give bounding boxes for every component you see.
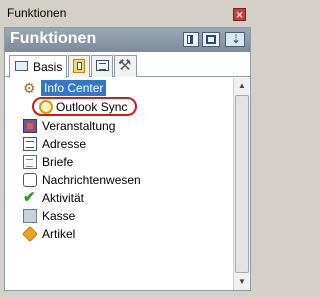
dock-side-icon[interactable] [183, 32, 199, 47]
close-icon[interactable]: ✕ [233, 8, 246, 21]
event-icon [23, 119, 37, 133]
clipboard-icon [73, 59, 85, 73]
function-list: ⚙ Info Center Outlook Sync Veranstaltung… [5, 78, 232, 290]
window-titlebar: Funktionen ✕ [0, 0, 255, 26]
options-dropdown-icon[interactable] [225, 32, 245, 47]
maximize-icon[interactable] [202, 32, 220, 47]
tab-page-icon [15, 61, 28, 71]
tab-strip: Basis ⚒ [5, 52, 250, 78]
tab-tools[interactable]: ⚒ [114, 55, 137, 77]
list-item-nachrichtenwesen[interactable]: Nachrichtenwesen [5, 172, 232, 189]
functions-panel: Funktionen Basis ⚒ ⚙ Info Center Outlook… [4, 27, 251, 291]
list-item-artikel[interactable]: Artikel [5, 226, 232, 243]
list-item-label: Adresse [42, 137, 87, 151]
panel-header: Funktionen [5, 28, 250, 52]
tab-list[interactable] [91, 55, 113, 77]
gear-icon: ⚙ [23, 80, 36, 96]
list-item-label: Info Center [41, 80, 107, 96]
scroll-down-icon[interactable]: ▼ [234, 274, 250, 290]
list-item-label: Outlook Sync [56, 100, 128, 114]
list-item-label: Briefe [42, 155, 74, 169]
tools-icon: ⚒ [118, 57, 132, 74]
tab-basis[interactable]: Basis [9, 55, 67, 78]
scroll-up-icon[interactable]: ▲ [234, 78, 250, 94]
letter-icon [23, 155, 37, 169]
list-item-label: Kasse [42, 209, 76, 223]
list-item-outlook-sync[interactable]: Outlook Sync [5, 97, 232, 116]
clock-icon [39, 100, 53, 114]
list-item-veranstaltung[interactable]: Veranstaltung [5, 118, 232, 135]
list-item-adresse[interactable]: Adresse [5, 136, 232, 153]
tag-icon [22, 226, 38, 242]
list-item-info-center[interactable]: ⚙ Info Center [5, 80, 232, 97]
vertical-scrollbar[interactable]: ▲ ▼ [233, 78, 250, 290]
list-item-label: Veranstaltung [42, 119, 116, 133]
list-item-label: Artikel [42, 227, 76, 241]
checkmark-icon: ✔ [23, 189, 36, 206]
message-icon [23, 173, 37, 187]
list-item-aktivitaet[interactable]: ✔ Aktivität [5, 190, 232, 207]
cash-register-icon [23, 209, 37, 223]
window-title: Funktionen [7, 6, 67, 20]
tab-label: Basis [33, 60, 63, 74]
list-item-label: Nachrichtenwesen [42, 173, 141, 187]
list-item-kasse[interactable]: Kasse [5, 208, 232, 225]
list-item-briefe[interactable]: Briefe [5, 154, 232, 171]
panel-title: Funktionen [10, 30, 97, 47]
list-icon [96, 60, 109, 71]
list-item-label: Aktivität [42, 191, 85, 205]
tab-clipboard[interactable] [68, 55, 90, 77]
address-card-icon [23, 137, 37, 151]
scrollbar-thumb[interactable] [235, 95, 249, 273]
